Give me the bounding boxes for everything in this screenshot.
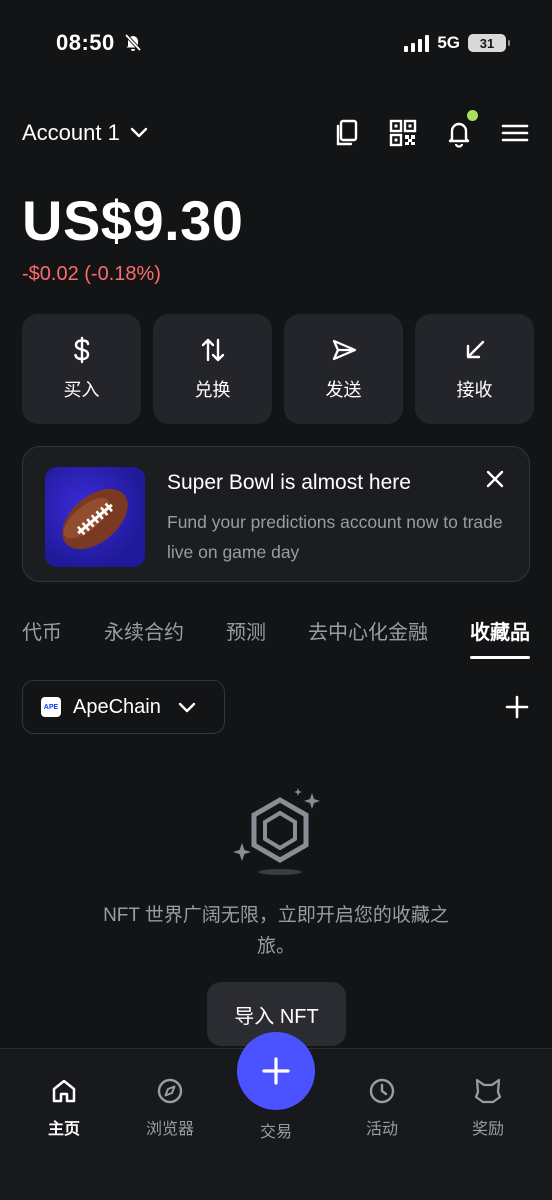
quick-actions: 买入 兑换 发送 接收 (22, 314, 534, 424)
qr-code-icon[interactable] (388, 118, 418, 148)
chain-name: ApeChain (73, 695, 161, 718)
plus-icon (262, 1057, 290, 1085)
tab-predictions[interactable]: 预测 (226, 616, 266, 659)
copy-icon[interactable] (332, 118, 362, 148)
nav-browser-label: 浏览器 (145, 1121, 194, 1138)
signal-icon (404, 34, 430, 52)
status-time: 08:50 (56, 30, 143, 56)
clock-icon (369, 1078, 395, 1104)
buy-label: 买入 (63, 380, 100, 400)
fox-icon (474, 1078, 502, 1104)
chevron-down-icon (130, 127, 148, 138)
send-button[interactable]: 发送 (284, 314, 403, 424)
add-nft-button[interactable] (504, 694, 530, 725)
nav-home-label: 主页 (47, 1121, 80, 1138)
swap-button[interactable]: 兑换 (153, 314, 272, 424)
silent-bell-icon (125, 33, 142, 52)
battery-icon: 31 (468, 34, 510, 52)
account-name: Account 1 (22, 120, 120, 145)
receive-icon (466, 340, 484, 359)
status-indicators: 5G 31 (404, 33, 510, 53)
nav-browser[interactable]: 浏览器 (130, 1077, 210, 1139)
chain-selector[interactable]: APE ApeChain (22, 680, 225, 734)
receive-button[interactable]: 接收 (415, 314, 534, 424)
notification-dot (467, 110, 478, 121)
dollar-icon (73, 336, 89, 364)
total-balance: US$9.30 (22, 189, 244, 252)
nav-activity[interactable]: 活动 (342, 1077, 422, 1139)
buy-button[interactable]: 买入 (22, 314, 141, 424)
empty-state-message: NFT 世界广阔无限，立即开启您的收藏之旅。 (103, 905, 449, 957)
compass-icon (157, 1078, 183, 1104)
account-selector[interactable]: Account 1 (22, 120, 150, 146)
tab-tokens[interactable]: 代币 (22, 616, 62, 659)
banner-title: Super Bowl is almost here (167, 471, 411, 494)
empty-nft-illustration (230, 785, 330, 885)
close-icon[interactable] (485, 469, 505, 494)
send-label: 发送 (325, 380, 362, 400)
promo-banner[interactable]: Super Bowl is almost here Fund your pred… (22, 446, 530, 582)
swap-label: 兑换 (194, 380, 231, 400)
banner-text: Fund your predictions account now to tra… (167, 512, 503, 562)
chevron-down-icon (178, 702, 196, 713)
home-icon (52, 1079, 76, 1103)
nav-activity-label: 活动 (365, 1121, 398, 1138)
nav-trade-label: 交易 (259, 1124, 292, 1141)
apechain-logo: APE (41, 697, 61, 717)
balance-change: -$0.02 (-0.18%) (22, 263, 161, 285)
football-image (45, 467, 145, 567)
notification-bell-icon[interactable] (444, 110, 478, 148)
nav-rewards-label: 奖励 (471, 1121, 504, 1138)
battery-level: 31 (479, 35, 495, 51)
network-type: 5G (437, 33, 460, 52)
tab-collectibles[interactable]: 收藏品 (470, 616, 530, 659)
tab-defi[interactable]: 去中心化金融 (308, 616, 428, 659)
menu-icon[interactable] (500, 118, 530, 148)
header-actions (332, 110, 530, 148)
tab-perpetuals[interactable]: 永续合约 (104, 616, 184, 659)
plus-icon (505, 695, 529, 719)
nav-rewards[interactable]: 奖励 (448, 1077, 528, 1139)
asset-tabs: 代币 永续合约 预测 去中心化金融 收藏品 (22, 616, 530, 659)
receive-label: 接收 (456, 380, 493, 400)
trade-fab-button[interactable] (237, 1032, 315, 1110)
send-icon (332, 339, 356, 361)
swap-icon (201, 338, 224, 362)
nav-home[interactable]: 主页 (24, 1077, 104, 1139)
